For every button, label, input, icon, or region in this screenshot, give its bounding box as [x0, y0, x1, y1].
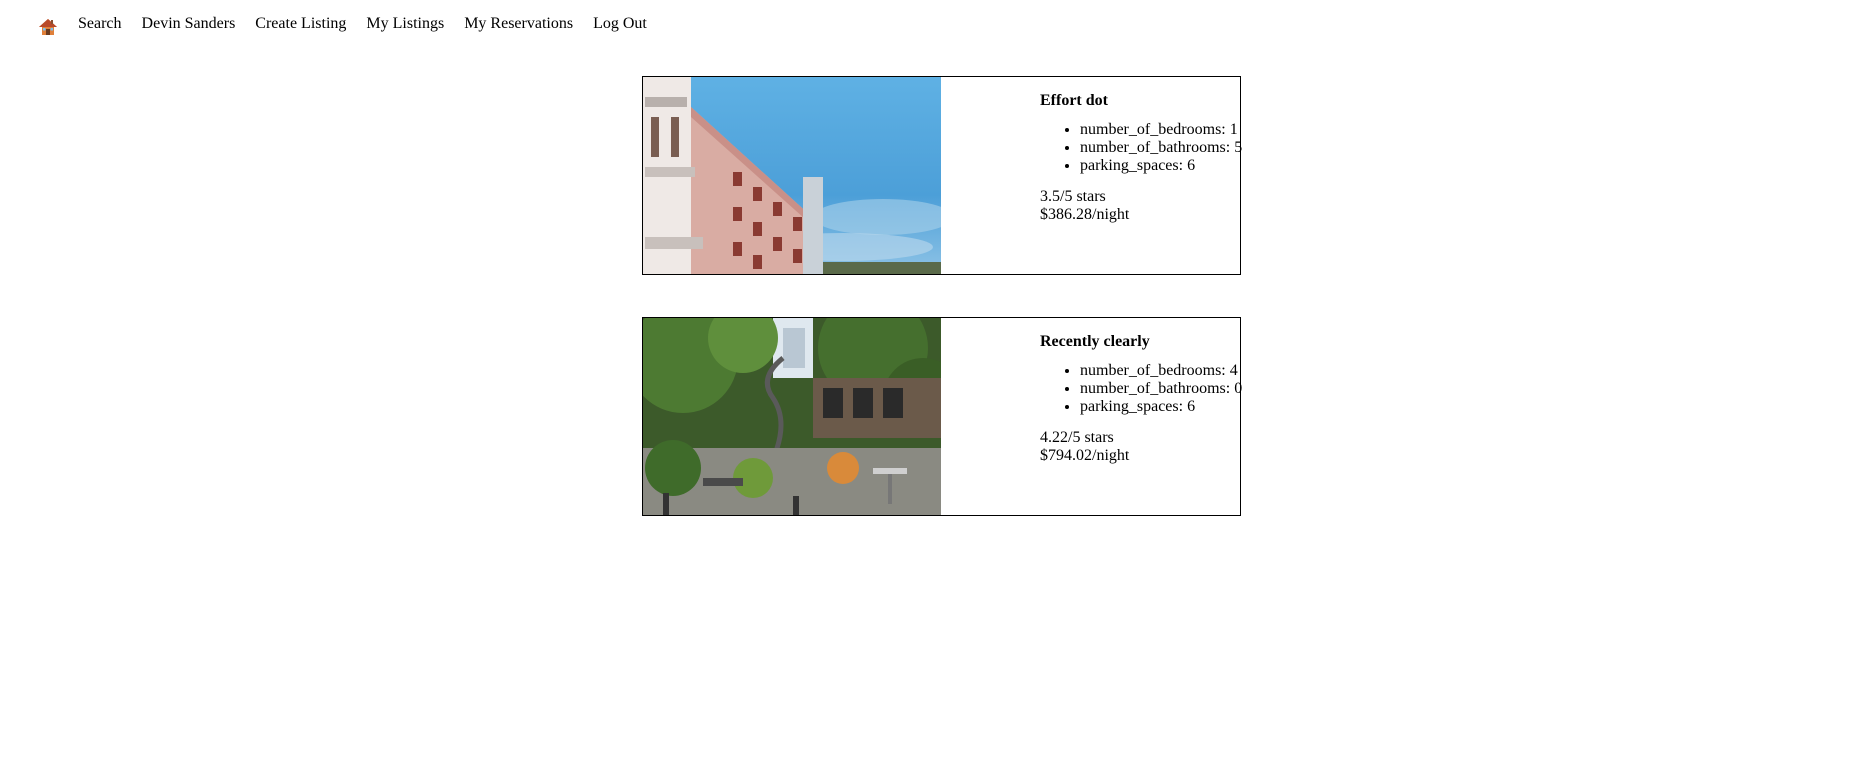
nav-my-listings-link[interactable]: My Listings [366, 15, 444, 33]
nav-create-listing-link[interactable]: Create Listing [255, 15, 346, 33]
listing-image[interactable] [643, 318, 941, 515]
listing-card[interactable]: Effort dot number_of_bedrooms: 1 number_… [642, 76, 1242, 275]
listing-features: number_of_bedrooms: 1 number_of_bathroom… [1040, 121, 1242, 175]
listing-title[interactable]: Effort dot [1040, 91, 1240, 111]
listing-features: number_of_bedrooms: 4 number_of_bathroom… [1040, 362, 1242, 416]
feature-bedrooms: number_of_bedrooms: 4 [1080, 362, 1240, 380]
feature-parking: parking_spaces: 6 [1080, 398, 1240, 416]
feature-bathrooms: number_of_bathrooms: 0 [1080, 380, 1242, 398]
listing-image[interactable] [643, 77, 941, 274]
nav-logout-link[interactable]: Log Out [593, 15, 647, 33]
top-navigation: Search Devin Sanders Create Listing My L… [38, 12, 667, 36]
listing-details: Effort dot number_of_bedrooms: 1 number_… [1040, 91, 1242, 224]
listing-details: Recently clearly number_of_bedrooms: 4 n… [1040, 332, 1242, 465]
feature-parking: parking_spaces: 6 [1080, 157, 1240, 175]
nav-user-link[interactable]: Devin Sanders [142, 15, 236, 33]
listing-card[interactable]: Recently clearly number_of_bedrooms: 4 n… [642, 317, 1242, 516]
house-icon[interactable] [38, 17, 58, 37]
listing-rating: 4.22/5 stars [1040, 429, 1114, 446]
nav-search-link[interactable]: Search [78, 15, 122, 33]
feature-bathrooms: number_of_bathrooms: 5 [1080, 139, 1242, 157]
listing-price: $794.02/night [1040, 447, 1130, 464]
listing-title[interactable]: Recently clearly [1040, 332, 1240, 352]
listing-rating: 3.5/5 stars [1040, 188, 1106, 205]
feature-bedrooms: number_of_bedrooms: 1 [1080, 121, 1240, 139]
listing-price: $386.28/night [1040, 206, 1130, 223]
nav-my-reservations-link[interactable]: My Reservations [464, 15, 573, 33]
